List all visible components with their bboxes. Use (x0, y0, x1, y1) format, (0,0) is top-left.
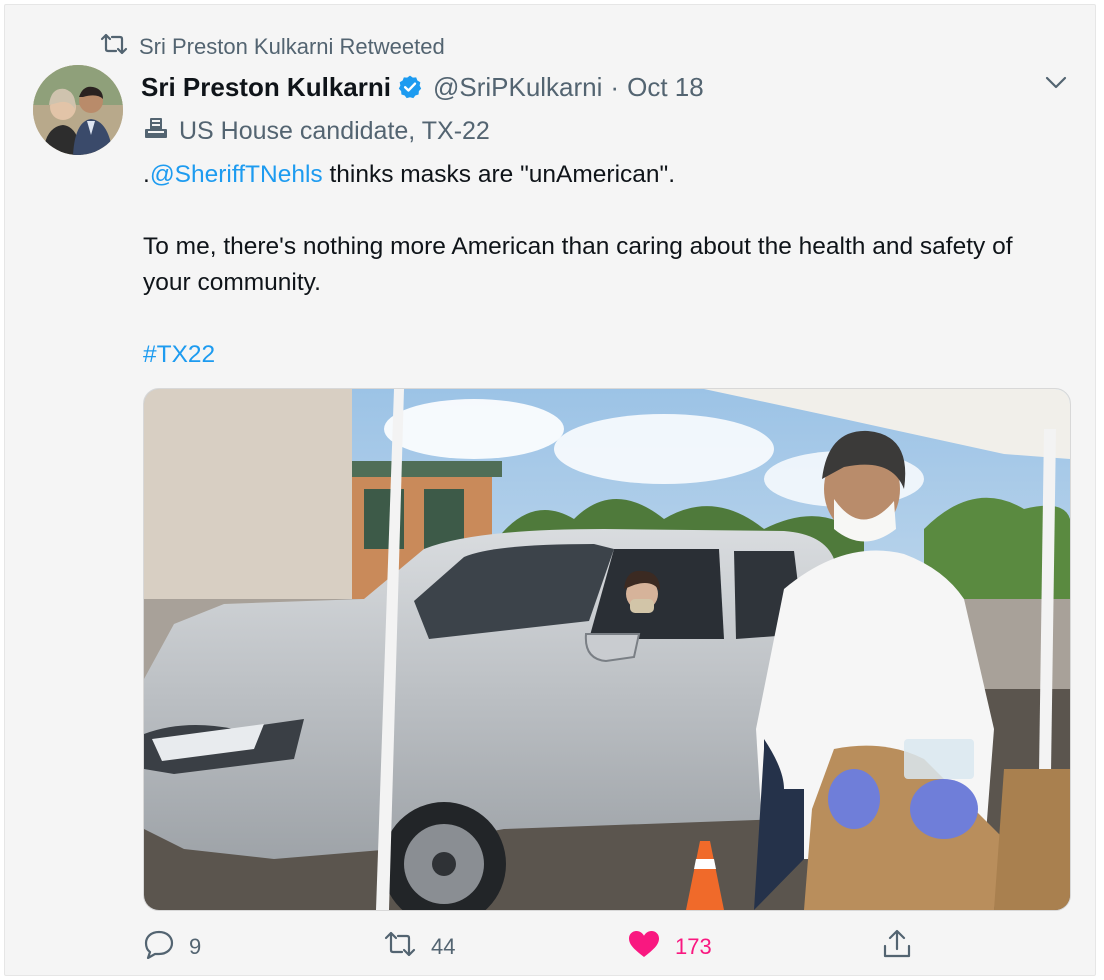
share-action[interactable] (881, 925, 913, 969)
mention-link[interactable]: @SheriffTNehls (150, 161, 323, 188)
avatar[interactable] (33, 65, 123, 155)
reply-icon[interactable] (143, 929, 175, 965)
separator-dot: · (610, 71, 620, 102)
reply-count: 9 (189, 934, 202, 959)
reply-action[interactable]: 9 (143, 925, 201, 969)
like-action[interactable]: 173 (627, 925, 712, 969)
candidate-label-text: US House candidate, TX-22 (179, 116, 490, 145)
tweet-photo[interactable] (143, 388, 1071, 911)
candidate-label: US House candidate, TX-22 (143, 113, 490, 149)
retweet-action[interactable]: 44 (383, 925, 455, 969)
tweet-header: Sri Preston Kulkarni @SriPKulkarni · Oct… (141, 69, 704, 105)
retweet-icon (99, 33, 129, 61)
text-prefix: . (143, 161, 150, 188)
chevron-down-icon[interactable] (1041, 71, 1071, 95)
retweet-icon[interactable] (383, 931, 417, 963)
tweet-actions: 9 44 173 (143, 925, 1083, 969)
text-segment: thinks masks are "unAmerican". (322, 161, 676, 188)
like-count: 173 (675, 934, 712, 959)
verified-badge-icon (397, 74, 423, 100)
tweet-line-1: .@SheriffTNehls thinks masks are "unAmer… (143, 157, 1063, 193)
heart-icon[interactable] (627, 929, 661, 965)
author-name[interactable]: Sri Preston Kulkarni (141, 72, 391, 103)
hashtag-link[interactable]: #TX22 (143, 341, 215, 368)
ballot-box-icon (143, 116, 169, 147)
share-icon[interactable] (881, 929, 913, 965)
retweet-context: Sri Preston Kulkarni Retweeted (99, 33, 445, 61)
tweet-card[interactable]: Sri Preston Kulkarni Retweeted Sri Prest… (4, 4, 1096, 976)
tweet-date[interactable]: Oct 18 (627, 72, 704, 103)
author-handle[interactable]: @SriPKulkarni (433, 72, 602, 103)
tweet-text: .@SheriffTNehls thinks masks are "unAmer… (143, 157, 1063, 373)
tweet-paragraph-2: To me, there's nothing more American tha… (143, 233, 1013, 296)
retweet-count: 44 (431, 934, 456, 959)
retweet-context-label[interactable]: Sri Preston Kulkarni Retweeted (139, 34, 445, 60)
